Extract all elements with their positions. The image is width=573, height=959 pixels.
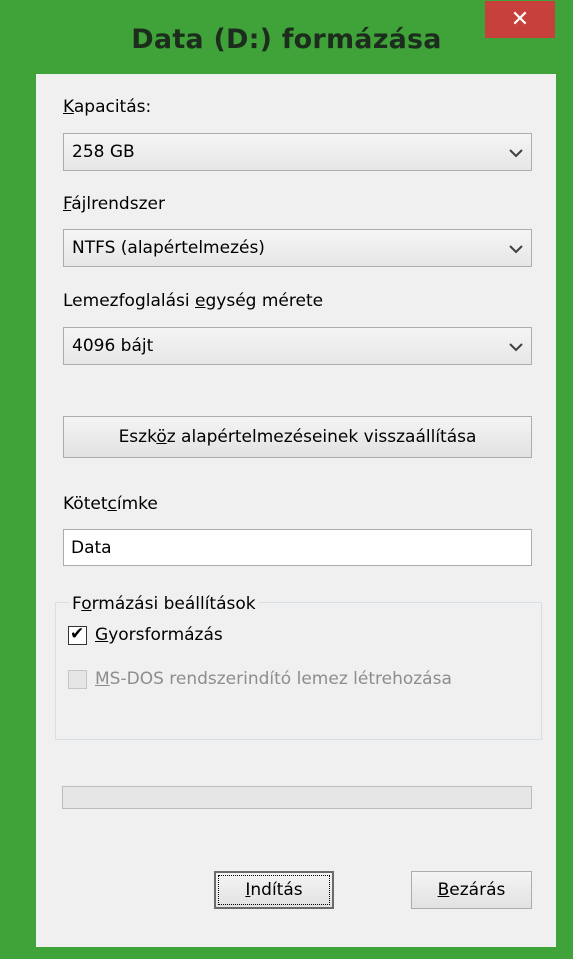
capacity-label: Kapacitás: <box>63 97 151 117</box>
dialog-client-area: Kapacitás: 258 GB Fájlrendszer NTFS (ala… <box>36 74 556 947</box>
checkmark-icon: ✔ <box>70 624 85 644</box>
chevron-down-icon <box>509 343 523 352</box>
filesystem-label-accesskey: F <box>63 194 72 214</box>
close-window-button[interactable]: ✕ <box>485 1 555 38</box>
capacity-label-accesskey: K <box>63 97 74 117</box>
volume-label-caption: Kötetcímke <box>63 494 158 514</box>
filesystem-label-text: ájlrendszer <box>71 194 165 214</box>
quick-format-checkbox[interactable]: ✔ <box>68 624 87 645</box>
quick-format-accesskey: G <box>95 625 109 645</box>
msdos-startup-disk-checkbox[interactable] <box>68 670 87 689</box>
format-options-legend-prefix: F <box>72 594 82 614</box>
msdos-accesskey: M <box>95 669 110 689</box>
allocation-unit-dropdown[interactable]: 4096 bájt <box>63 327 532 365</box>
close-button[interactable]: Bezárás <box>411 871 532 909</box>
capacity-dropdown[interactable]: 258 GB <box>63 133 532 171</box>
format-dialog-window: Data (D:) formázása ✕ Kapacitás: 258 GB … <box>0 0 573 959</box>
filesystem-label: Fájlrendszer <box>63 194 165 214</box>
allocation-label-text: gység mérete <box>205 291 324 311</box>
format-progress-bar <box>62 786 532 809</box>
quick-format-label[interactable]: Gyorsformázás <box>95 625 223 645</box>
allocation-unit-value: 4096 bájt <box>72 336 154 356</box>
volume-label-input[interactable]: Data <box>63 529 532 566</box>
restore-defaults-text: z alapértelmezéseinek visszaállítása <box>166 427 477 447</box>
format-options-legend: Formázási beállítások <box>69 594 259 614</box>
volume-label-text: ímke <box>116 494 158 514</box>
start-button-text: ndítás <box>250 880 303 900</box>
format-options-legend-text: rmázási beállítások <box>91 594 256 614</box>
quick-format-text: yorsformázás <box>108 625 223 645</box>
volume-label-accesskey: c <box>107 494 117 514</box>
filesystem-value: NTFS (alapértelmezés) <box>72 238 265 258</box>
allocation-label-accesskey: e <box>195 291 206 311</box>
format-options-legend-accesskey: o <box>81 594 92 614</box>
capacity-value: 258 GB <box>72 142 135 162</box>
restore-defaults-prefix: Eszk <box>118 427 157 447</box>
close-button-text: ezárás <box>449 880 506 900</box>
msdos-startup-disk-label[interactable]: MS-DOS rendszerindító lemez létrehozása <box>95 669 452 689</box>
allocation-unit-label: Lemezfoglalási egység mérete <box>63 291 323 311</box>
msdos-text: S-DOS rendszerindító lemez létrehozása <box>109 669 452 689</box>
restore-defaults-button[interactable]: Eszköz alapértelmezéseinek visszaállítás… <box>63 416 532 458</box>
volume-label-value: Data <box>71 538 112 558</box>
chevron-down-icon <box>509 149 523 158</box>
close-button-accesskey: B <box>437 880 450 900</box>
capacity-label-text: apacitás: <box>73 97 152 117</box>
allocation-label-prefix: Lemezfoglalási <box>63 291 196 311</box>
filesystem-dropdown[interactable]: NTFS (alapértelmezés) <box>63 229 532 267</box>
start-button[interactable]: Indítás <box>214 871 334 909</box>
chevron-down-icon <box>509 245 523 254</box>
restore-defaults-accesskey: ö <box>156 427 167 447</box>
title-bar[interactable]: Data (D:) formázása ✕ <box>0 0 573 80</box>
volume-label-prefix: Kötet <box>63 494 108 514</box>
close-icon: ✕ <box>510 7 530 32</box>
